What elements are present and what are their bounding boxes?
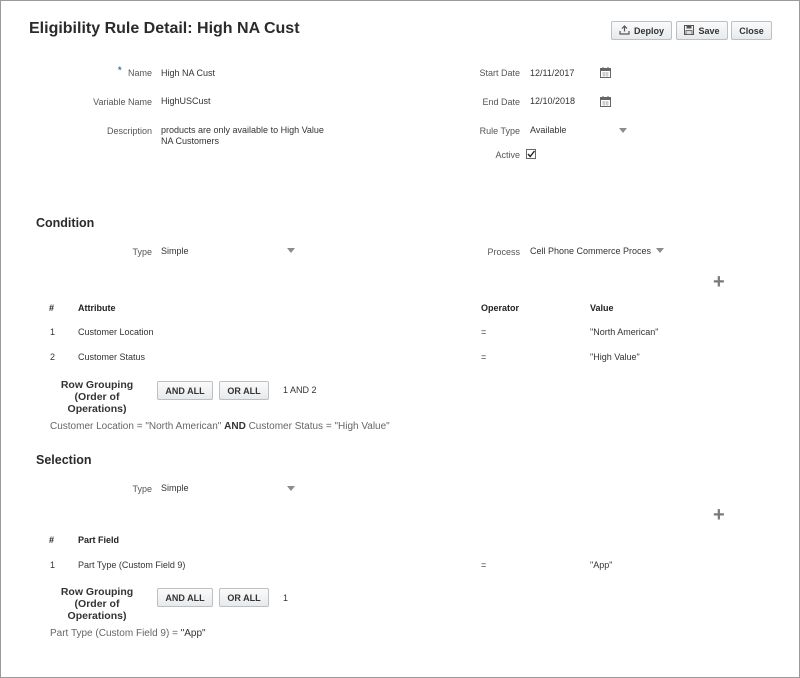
selection-heading: Selection bbox=[36, 453, 92, 467]
column-header-number: # bbox=[49, 303, 55, 313]
row-number: 1 bbox=[50, 327, 56, 337]
checkmark-icon bbox=[527, 150, 536, 158]
selection-type-label: Type bbox=[132, 484, 152, 494]
row-grouping-label: Row Grouping (Order of Operations) bbox=[44, 586, 150, 622]
chevron-down-icon[interactable] bbox=[619, 128, 627, 133]
rule-type-select[interactable]: Available bbox=[530, 125, 566, 135]
condition-heading: Condition bbox=[36, 216, 95, 230]
row-attribute: Customer Status bbox=[78, 352, 146, 362]
row-attribute: Customer Location bbox=[78, 327, 154, 337]
or-all-button[interactable]: OR ALL bbox=[219, 381, 269, 400]
description-field[interactable]: products are only available to High Valu… bbox=[161, 125, 324, 147]
row-grouping-label: Row Grouping (Order of Operations) bbox=[44, 379, 150, 415]
close-label: Close bbox=[739, 25, 764, 36]
chevron-down-icon[interactable] bbox=[656, 248, 664, 253]
row-grouping-title: Row Grouping bbox=[60, 379, 134, 391]
row-operator: = bbox=[481, 560, 487, 570]
page-title: Eligibility Rule Detail: High NA Cust bbox=[29, 20, 300, 37]
column-header-part-field: Part Field bbox=[78, 535, 120, 545]
row-value: "North American" bbox=[590, 327, 659, 337]
and-all-button[interactable]: AND ALL bbox=[157, 588, 213, 607]
row-grouping-subtitle: (Order of Operations) bbox=[67, 598, 127, 622]
expression-operator: AND bbox=[224, 421, 246, 432]
row-number: 1 bbox=[50, 560, 56, 570]
or-all-label: OR ALL bbox=[227, 592, 261, 603]
and-all-button[interactable]: AND ALL bbox=[157, 381, 213, 400]
process-select[interactable]: Cell Phone Commerce Proces bbox=[530, 246, 651, 256]
variable-name-label: Variable Name bbox=[93, 97, 152, 107]
row-operator: = bbox=[481, 352, 487, 362]
end-date-field[interactable]: 12/10/2018 bbox=[530, 96, 575, 106]
condition-expression: Customer Location = "North American" AND… bbox=[50, 421, 390, 432]
variable-name-field[interactable]: HighUSCust bbox=[161, 96, 211, 106]
expression-part: Customer Location = "North American" bbox=[50, 421, 222, 432]
calendar-icon[interactable] bbox=[600, 67, 611, 78]
row-part-field: Part Type (Custom Field 9) bbox=[78, 560, 186, 570]
name-field[interactable]: High NA Cust bbox=[161, 68, 215, 78]
floppy-disk-icon bbox=[684, 24, 695, 37]
start-date-label: Start Date bbox=[479, 68, 520, 78]
condition-type-label: Type bbox=[132, 247, 152, 257]
selection-type-select[interactable]: Simple bbox=[161, 483, 189, 493]
column-header-number: # bbox=[49, 535, 55, 545]
active-checkbox[interactable] bbox=[526, 149, 536, 159]
close-button[interactable]: Close bbox=[731, 21, 772, 40]
or-all-button[interactable]: OR ALL bbox=[219, 588, 269, 607]
add-condition-icon[interactable]: + bbox=[713, 272, 725, 292]
deploy-button[interactable]: Deploy bbox=[611, 21, 672, 40]
save-button[interactable]: Save bbox=[676, 21, 728, 40]
row-value: "App" bbox=[590, 560, 613, 570]
condition-type-select[interactable]: Simple bbox=[161, 246, 189, 256]
expression-value: "App" bbox=[180, 628, 206, 639]
description-line: products are only available to High Valu… bbox=[161, 125, 324, 135]
description-line: NA Customers bbox=[161, 136, 220, 146]
required-marker: * bbox=[118, 65, 122, 75]
description-label: Description bbox=[106, 126, 152, 136]
expression-part: Customer Status = "High Value" bbox=[248, 421, 390, 432]
and-all-label: AND ALL bbox=[165, 592, 205, 603]
expression-part: Part Type (Custom Field 9) = bbox=[50, 628, 178, 639]
selection-expression: Part Type (Custom Field 9) = "App" bbox=[50, 628, 206, 639]
upload-icon bbox=[619, 24, 630, 37]
or-all-label: OR ALL bbox=[227, 385, 261, 396]
row-operator: = bbox=[481, 327, 487, 337]
column-header-value: Value bbox=[590, 303, 614, 313]
row-grouping-title: Row Grouping bbox=[60, 586, 134, 598]
calendar-icon[interactable] bbox=[600, 96, 611, 107]
save-label: Save bbox=[698, 25, 720, 36]
row-grouping-subtitle: (Order of Operations) bbox=[67, 391, 127, 415]
row-number: 2 bbox=[50, 352, 56, 362]
chevron-down-icon[interactable] bbox=[287, 486, 295, 491]
grouping-value: 1 AND 2 bbox=[283, 385, 317, 395]
deploy-label: Deploy bbox=[633, 25, 664, 36]
grouping-value: 1 bbox=[283, 593, 289, 603]
start-date-field[interactable]: 12/11/2017 bbox=[530, 68, 574, 78]
and-all-label: AND ALL bbox=[165, 385, 205, 396]
end-date-label: End Date bbox=[482, 97, 520, 107]
rule-type-label: Rule Type bbox=[479, 126, 520, 136]
add-selection-icon[interactable]: + bbox=[713, 505, 725, 525]
row-value: "High Value" bbox=[590, 352, 640, 362]
column-header-attribute: Attribute bbox=[78, 303, 116, 313]
name-label: Name bbox=[127, 68, 152, 78]
active-label: Active bbox=[495, 150, 520, 160]
chevron-down-icon[interactable] bbox=[287, 248, 295, 253]
column-header-operator: Operator bbox=[481, 303, 520, 313]
process-label: Process bbox=[487, 247, 520, 257]
